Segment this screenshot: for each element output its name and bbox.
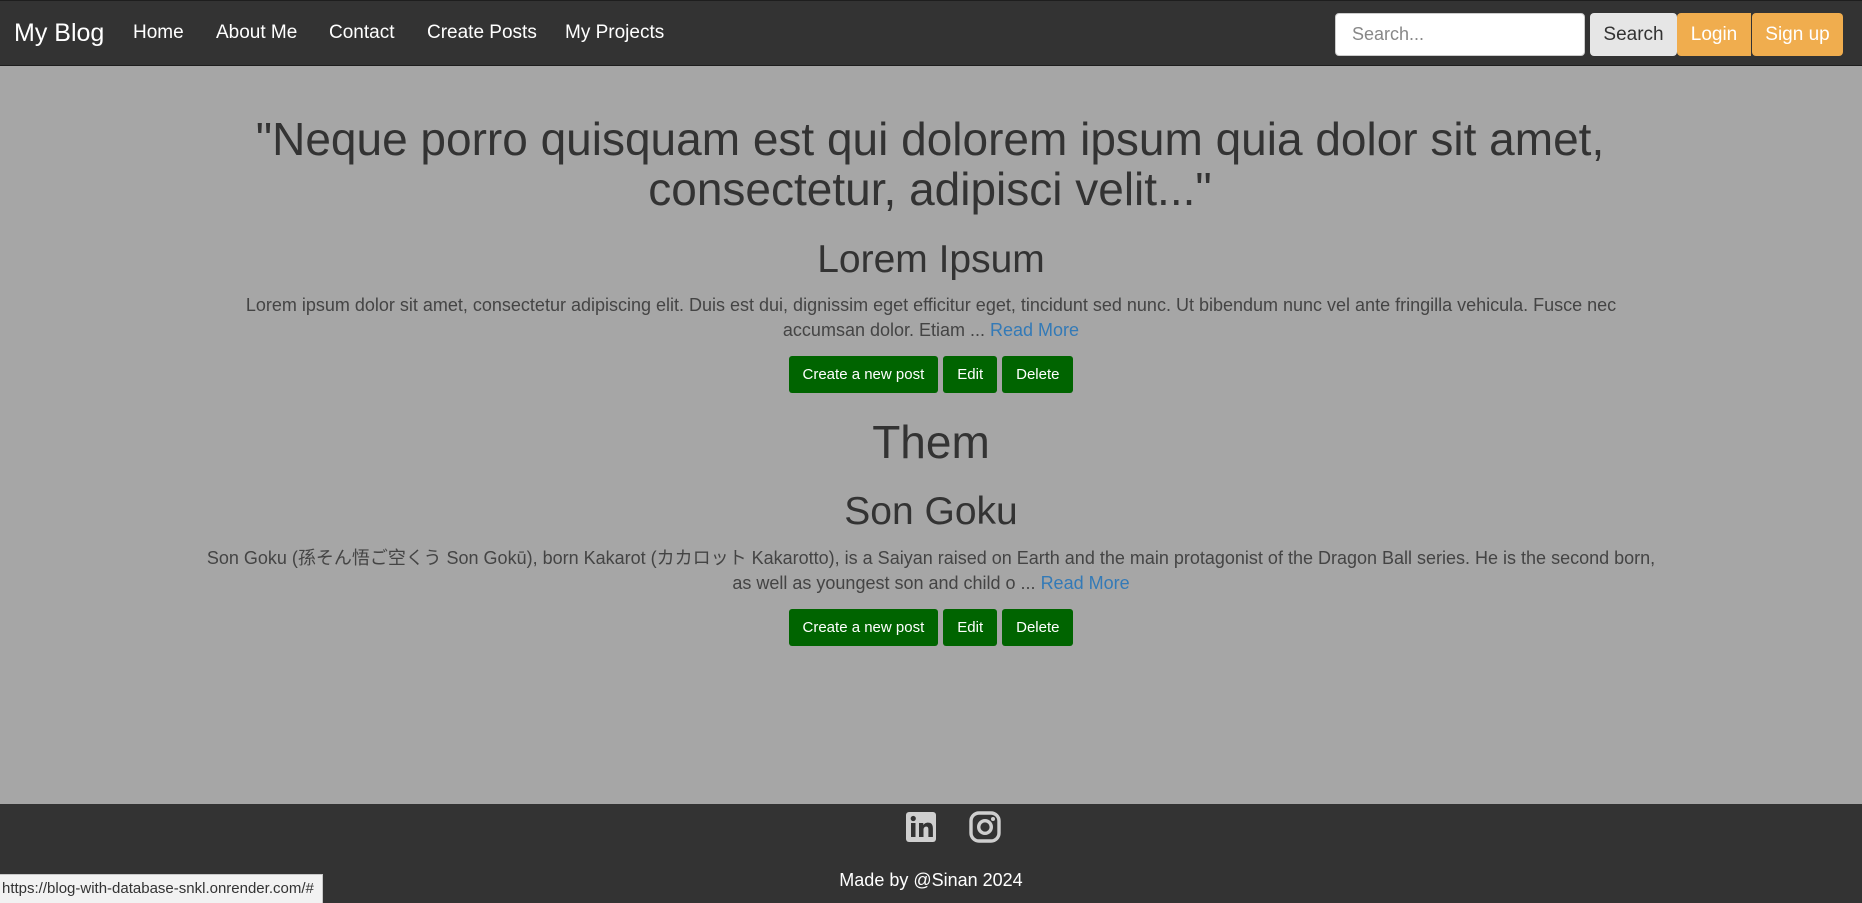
- nav-link-about-me[interactable]: About Me: [216, 22, 297, 44]
- delete-post-button[interactable]: Delete: [1002, 356, 1074, 393]
- create-post-button[interactable]: Create a new post: [788, 609, 939, 646]
- nav-link-home[interactable]: Home: [133, 22, 184, 44]
- nav-link-create-posts[interactable]: Create Posts: [427, 22, 537, 44]
- nav-link-my-projects[interactable]: My Projects: [565, 22, 664, 44]
- edit-post-button[interactable]: Edit: [943, 609, 998, 646]
- read-more-link[interactable]: Read More: [1041, 573, 1130, 593]
- edit-post-button[interactable]: Edit: [943, 356, 998, 393]
- post-excerpt: Son Goku (孫そん悟ご空くう Son Gokū), born Kakar…: [205, 546, 1657, 596]
- instagram-icon[interactable]: [968, 810, 1002, 844]
- section-title: Them: [872, 416, 990, 468]
- post-title: Son Goku: [844, 490, 1018, 533]
- page-quote: "Neque porro quisquam est qui dolorem ip…: [255, 113, 1605, 215]
- linkedin-icon[interactable]: [904, 810, 938, 844]
- post-excerpt-text: Lorem ipsum dolor sit amet, consectetur …: [245, 295, 1617, 340]
- post-actions: Create a new post Edit Delete: [0, 356, 1862, 393]
- login-button[interactable]: Login: [1677, 13, 1751, 56]
- search-input[interactable]: [1335, 13, 1585, 56]
- read-more-link[interactable]: Read More: [990, 320, 1079, 340]
- status-bar-url: https://blog-with-database-snkl.onrender…: [0, 874, 323, 903]
- post-excerpt: Lorem ipsum dolor sit amet, consectetur …: [205, 293, 1657, 343]
- signup-button[interactable]: Sign up: [1752, 13, 1843, 56]
- search-button[interactable]: Search: [1590, 13, 1677, 56]
- navbar: My Blog Home About Me Contact Create Pos…: [0, 0, 1862, 66]
- create-post-button[interactable]: Create a new post: [788, 356, 939, 393]
- nav-link-contact[interactable]: Contact: [329, 22, 394, 44]
- post-actions: Create a new post Edit Delete: [0, 609, 1862, 646]
- delete-post-button[interactable]: Delete: [1002, 609, 1074, 646]
- brand-link[interactable]: My Blog: [14, 19, 104, 48]
- post-excerpt-text: Son Goku (孫そん悟ご空くう Son Gokū), born Kakar…: [206, 548, 1656, 593]
- post-title: Lorem Ipsum: [817, 238, 1045, 281]
- main-content: "Neque porro quisquam est qui dolorem ip…: [0, 66, 1862, 804]
